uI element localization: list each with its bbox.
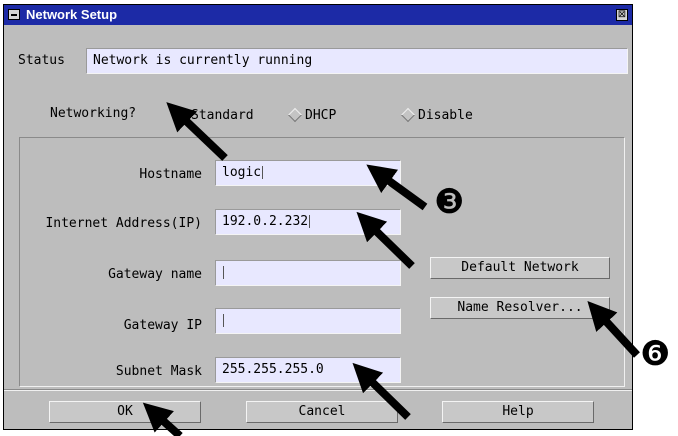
- radio-unselected-icon: [400, 107, 416, 122]
- name-resolver-button[interactable]: Name Resolver...: [430, 297, 610, 319]
- radio-disable-label: Disable: [418, 108, 473, 123]
- networking-label: Networking?: [50, 106, 137, 121]
- ip-value: 192.0.2.232: [222, 214, 309, 229]
- title-bar[interactable]: Network Setup ⊠: [4, 5, 632, 25]
- text-cursor-icon: [223, 266, 224, 279]
- system-menu-icon[interactable]: [8, 9, 20, 20]
- callout-6: ❻: [640, 334, 670, 374]
- subnet-input[interactable]: 255.255.255.0: [215, 357, 401, 383]
- gateway-name-label: Gateway name: [108, 267, 202, 282]
- gateway-ip-input[interactable]: [215, 308, 401, 334]
- radio-selected-icon: [173, 107, 189, 122]
- footer-separator: [4, 389, 632, 391]
- network-setup-window: Network Setup ⊠ Status Network is curren…: [3, 4, 633, 430]
- radio-standard-label: Standard: [191, 108, 254, 123]
- status-label: Status: [18, 53, 65, 68]
- subnet-label: Subnet Mask: [115, 364, 202, 379]
- ok-button[interactable]: OK: [49, 401, 201, 423]
- default-network-button[interactable]: Default Network: [430, 257, 610, 279]
- radio-disable[interactable]: Disable: [400, 107, 473, 124]
- radio-dhcp-label: DHCP: [305, 108, 337, 123]
- ip-input[interactable]: 192.0.2.232: [215, 209, 401, 235]
- ip-label: Internet Address(IP): [45, 216, 202, 231]
- gateway-name-input[interactable]: [215, 260, 401, 286]
- hostname-label: Hostname: [139, 167, 202, 182]
- hostname-input[interactable]: logic: [215, 160, 401, 186]
- radio-dhcp[interactable]: DHCP: [287, 107, 337, 124]
- gateway-ip-label: Gateway IP: [123, 318, 202, 333]
- text-cursor-icon: [223, 314, 224, 327]
- cancel-button[interactable]: Cancel: [246, 401, 398, 423]
- subnet-value: 255.255.255.0: [222, 362, 324, 377]
- help-button[interactable]: Help: [442, 401, 594, 423]
- text-cursor-icon: [309, 215, 311, 228]
- window-title: Network Setup: [26, 7, 118, 22]
- text-cursor-icon: [262, 166, 264, 179]
- hostname-value: logic: [222, 165, 262, 180]
- close-icon[interactable]: ⊠: [616, 9, 628, 21]
- radio-standard[interactable]: Standard: [173, 107, 254, 124]
- status-field: Network is currently running: [86, 48, 628, 74]
- radio-unselected-icon: [287, 107, 303, 122]
